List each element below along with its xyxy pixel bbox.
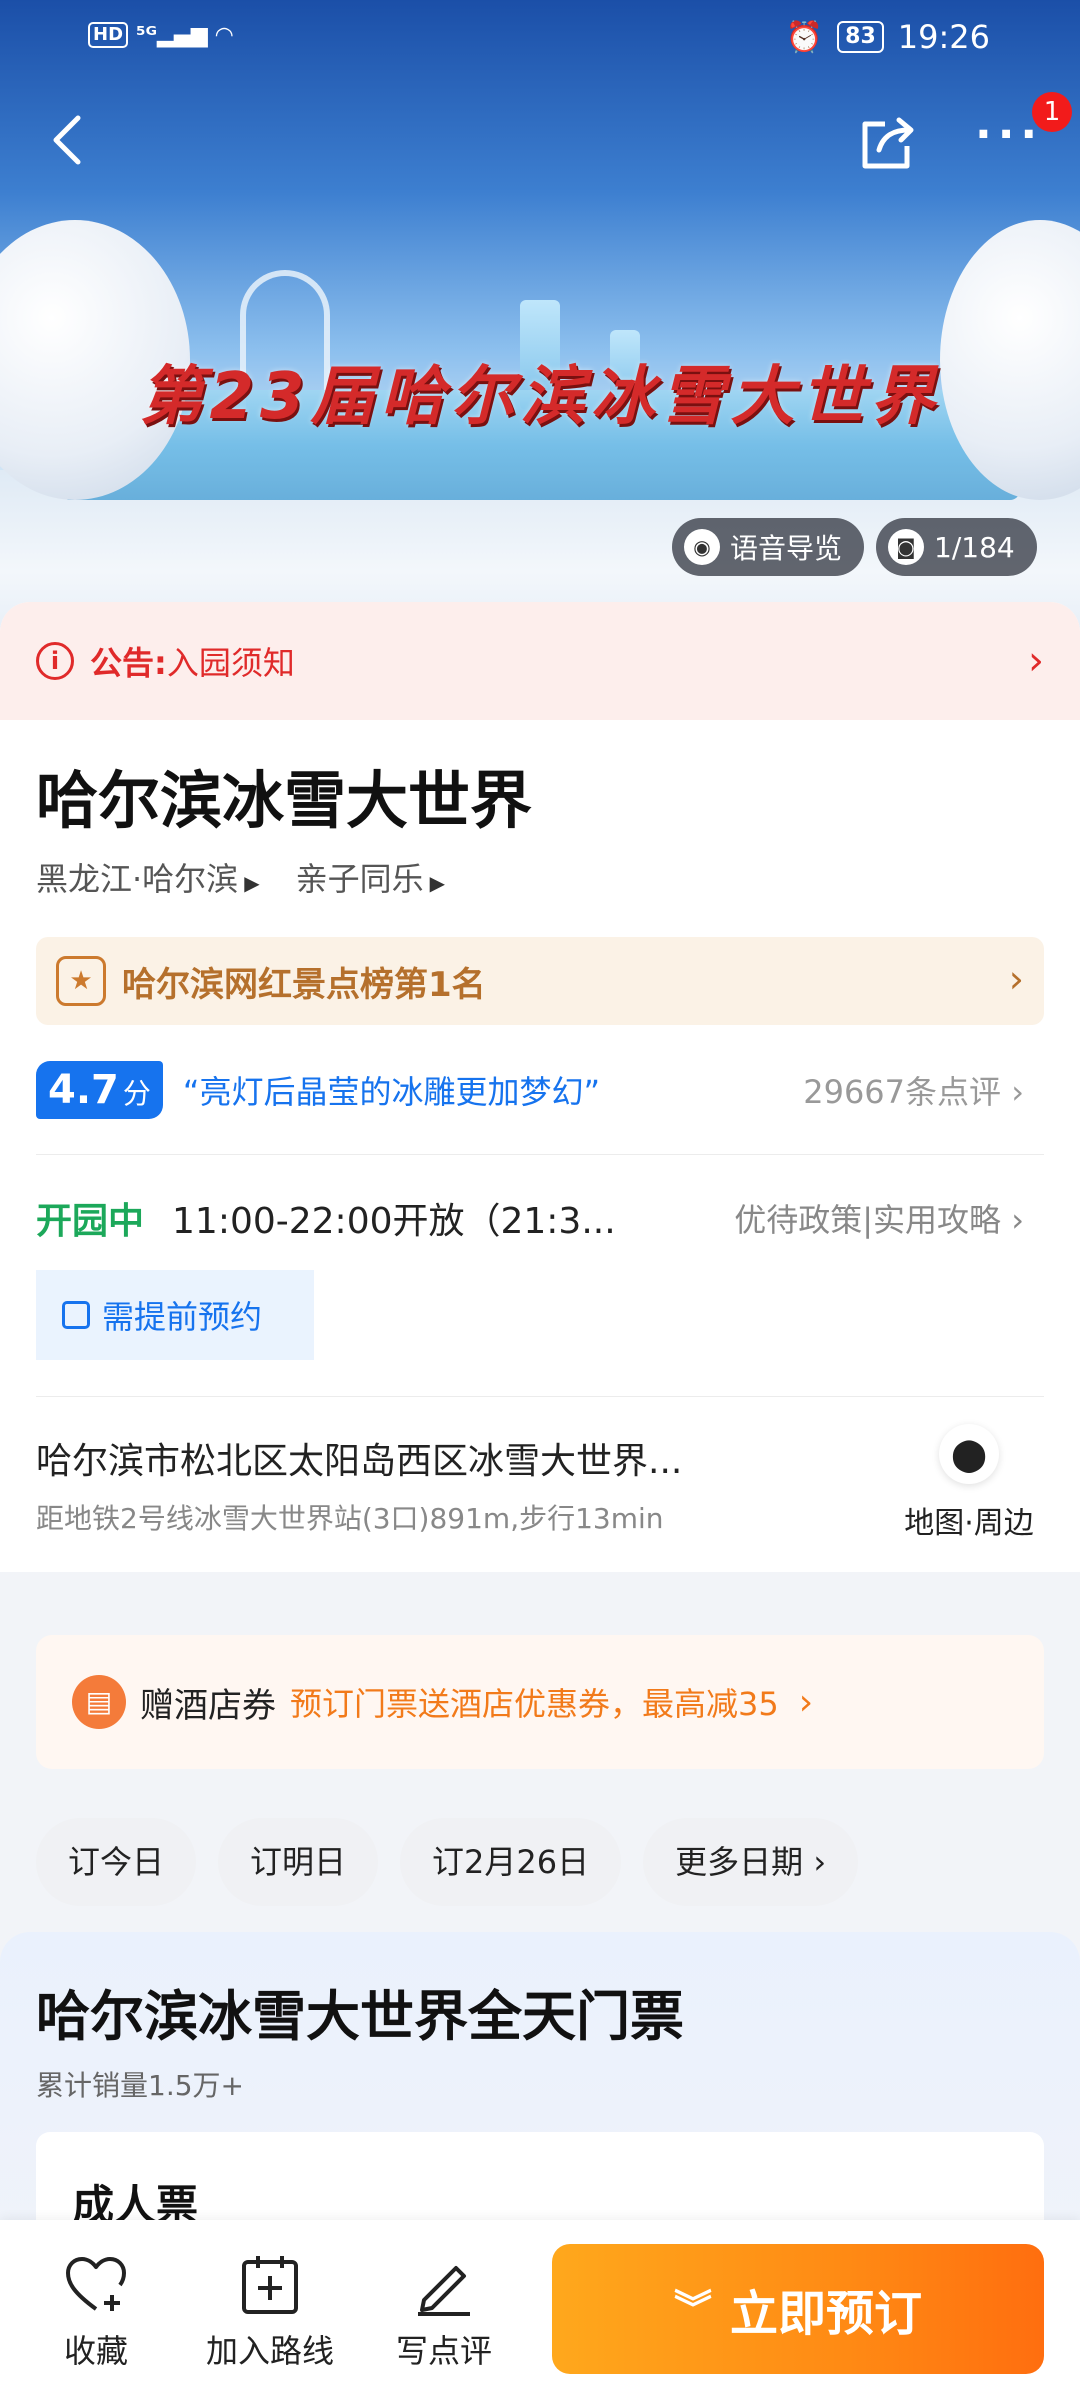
ticket-sales: 累计销量1.5万+ bbox=[36, 2069, 244, 2102]
heart-plus-icon bbox=[66, 2257, 126, 2311]
back-button[interactable] bbox=[40, 110, 100, 170]
location-row: 黑龙江·哈尔滨 ▶ 亲子同乐 ▶ bbox=[36, 854, 445, 900]
reservation-tag: 需提前预约 bbox=[36, 1270, 314, 1360]
status-bar: HD ⁵ᴳ▂▄▆ ◠ ⏰ 83 19:26 bbox=[0, 0, 1080, 80]
more-button[interactable]: ··· bbox=[975, 113, 1045, 170]
book-now-button[interactable]: ︾ 立即预订 bbox=[552, 2244, 1044, 2374]
location-link[interactable]: 黑龙江·哈尔滨 ▶ bbox=[36, 854, 260, 900]
date-chip-tomorrow[interactable]: 订明日 bbox=[218, 1818, 379, 1906]
policy-link[interactable]: 优待政策|实用攻略 › bbox=[734, 1195, 1024, 1241]
coupon-label: 赠酒店券 bbox=[140, 1685, 276, 1726]
share-button[interactable] bbox=[855, 110, 919, 174]
chevron-right-icon: › bbox=[1028, 638, 1044, 684]
status-right: ⏰ 83 19:26 bbox=[786, 18, 990, 56]
review-count: 29667条点评 › bbox=[803, 1073, 1024, 1111]
audio-icon: ◉ bbox=[684, 529, 720, 565]
audio-guide-label: 语音导览 bbox=[730, 532, 843, 565]
triangle-right-icon: ▶ bbox=[244, 871, 260, 895]
status-signal: HD ⁵ᴳ▂▄▆ ◠ bbox=[88, 22, 233, 48]
score-badge: 4.7 分 bbox=[36, 1061, 163, 1119]
hero-image[interactable]: 第23届哈尔滨冰雪大世界 HD ⁵ᴳ▂▄▆ ◠ ⏰ 83 19:26 ··· 1… bbox=[0, 0, 1080, 640]
share-icon bbox=[862, 117, 914, 169]
score-unit: 分 bbox=[122, 1077, 151, 1110]
opening-hours-row[interactable]: 开园中 11:00-22:00开放（21:3... 优待政策|实用攻略 › bbox=[36, 1192, 1044, 1244]
camera-icon: ◙ bbox=[888, 529, 924, 565]
notice-text: 入园须知 bbox=[166, 644, 295, 682]
address-text[interactable]: 哈尔滨市松北区太阳岛西区冰雪大世界... bbox=[36, 1432, 682, 1484]
chevron-right-icon: › bbox=[1008, 957, 1024, 1001]
clock: 19:26 bbox=[897, 18, 990, 56]
metro-distance: 距地铁2号线冰雪大世界站(3口)891m,步行13min bbox=[36, 1502, 664, 1535]
book-now-label: 立即预订 bbox=[730, 2286, 923, 2342]
chevron-right-icon: › bbox=[798, 1681, 814, 1723]
hotel-coupon-banner[interactable]: ▤ 赠酒店券 预订门票送酒店优惠券，最高减35 › bbox=[36, 1635, 1044, 1769]
info-icon: i bbox=[36, 642, 74, 680]
chevron-left-icon bbox=[53, 115, 81, 165]
coupon-text: 预订门票送酒店优惠券，最高减35 bbox=[290, 1685, 779, 1723]
write-review-button[interactable]: 写点评 bbox=[364, 2250, 524, 2372]
ranking-banner[interactable]: ★ 哈尔滨网红景点榜第1名 › bbox=[36, 937, 1044, 1025]
map-label: 地图·周边 bbox=[904, 1506, 1034, 1541]
notice-bar[interactable]: i 公告: 入园须知 › bbox=[0, 602, 1080, 720]
reservation-label: 需提前预约 bbox=[102, 1298, 263, 1336]
hd-icon: HD bbox=[88, 22, 129, 48]
bottom-action-bar: 收藏 加入路线 写点评 ︾ 立即预订 bbox=[0, 2220, 1080, 2400]
hotel-icon: ▤ bbox=[72, 1675, 126, 1729]
pencil-icon bbox=[418, 2266, 470, 2316]
rating-row[interactable]: 4.7 分 “亮灯后晶莹的冰雕更加梦幻” 29667条点评 › bbox=[36, 1060, 1044, 1120]
notification-badge: 1 bbox=[1032, 92, 1072, 132]
trophy-icon: ★ bbox=[56, 956, 106, 1006]
ranking-text: 哈尔滨网红景点榜第1名 bbox=[122, 964, 486, 1005]
double-chevron-down-icon: ︾ bbox=[673, 2287, 712, 2331]
audio-guide-button[interactable]: ◉ 语音导览 bbox=[672, 518, 865, 576]
attraction-info-card: i 公告: 入园须知 › 哈尔滨冰雪大世界 黑龙江·哈尔滨 ▶ 亲子同乐 ▶ ★ 哈… bbox=[0, 602, 1080, 1572]
calendar-icon bbox=[62, 1301, 90, 1329]
add-route-button[interactable]: 加入路线 bbox=[190, 2250, 350, 2372]
date-chip-today[interactable]: 订今日 bbox=[36, 1818, 197, 1906]
favorite-label: 收藏 bbox=[63, 2332, 128, 2370]
add-route-label: 加入路线 bbox=[205, 2332, 334, 2370]
review-label: 写点评 bbox=[395, 2332, 492, 2370]
score-value: 4.7 bbox=[48, 1067, 119, 1113]
triangle-right-icon: ▶ bbox=[429, 871, 445, 895]
wifi-icon: ◠ bbox=[215, 22, 233, 48]
map-pin-icon: ⬤ bbox=[939, 1424, 999, 1484]
battery-icon: 83 bbox=[837, 21, 884, 53]
attraction-title: 哈尔滨冰雪大世界 bbox=[36, 764, 533, 837]
photo-gallery-button[interactable]: ◙ 1/184 bbox=[876, 518, 1037, 576]
hero-banner-text: 第23届哈尔滨冰雪大世界 bbox=[139, 360, 941, 434]
date-chip-feb26[interactable]: 订2月26日 bbox=[400, 1818, 622, 1906]
category-link[interactable]: 亲子同乐 ▶ bbox=[296, 854, 445, 900]
alarm-icon: ⏰ bbox=[785, 19, 824, 55]
divider bbox=[36, 1154, 1044, 1155]
notice-label: 公告: bbox=[90, 644, 167, 682]
ticket-title: 哈尔滨冰雪大世界全天门票 bbox=[36, 1985, 684, 2048]
date-chip-more[interactable]: 更多日期 › bbox=[643, 1818, 859, 1906]
open-status: 开园中 bbox=[36, 1201, 145, 1242]
divider bbox=[36, 1396, 1044, 1397]
photo-count: 1/184 bbox=[934, 530, 1015, 564]
review-quote: “亮灯后晶莹的冰雕更加梦幻” bbox=[182, 1073, 601, 1111]
signal-icon: ⁵ᴳ▂▄▆ bbox=[136, 22, 208, 48]
favorite-button[interactable]: 收藏 bbox=[16, 2250, 176, 2372]
calendar-plus-icon bbox=[242, 2256, 298, 2314]
opening-hours: 11:00-22:00开放（21:3... bbox=[172, 1201, 616, 1242]
map-nearby-button[interactable]: ⬤ 地图·周边 bbox=[894, 1424, 1044, 1542]
date-chip-row: 订今日 订明日 订2月26日 更多日期 › bbox=[36, 1818, 859, 1906]
